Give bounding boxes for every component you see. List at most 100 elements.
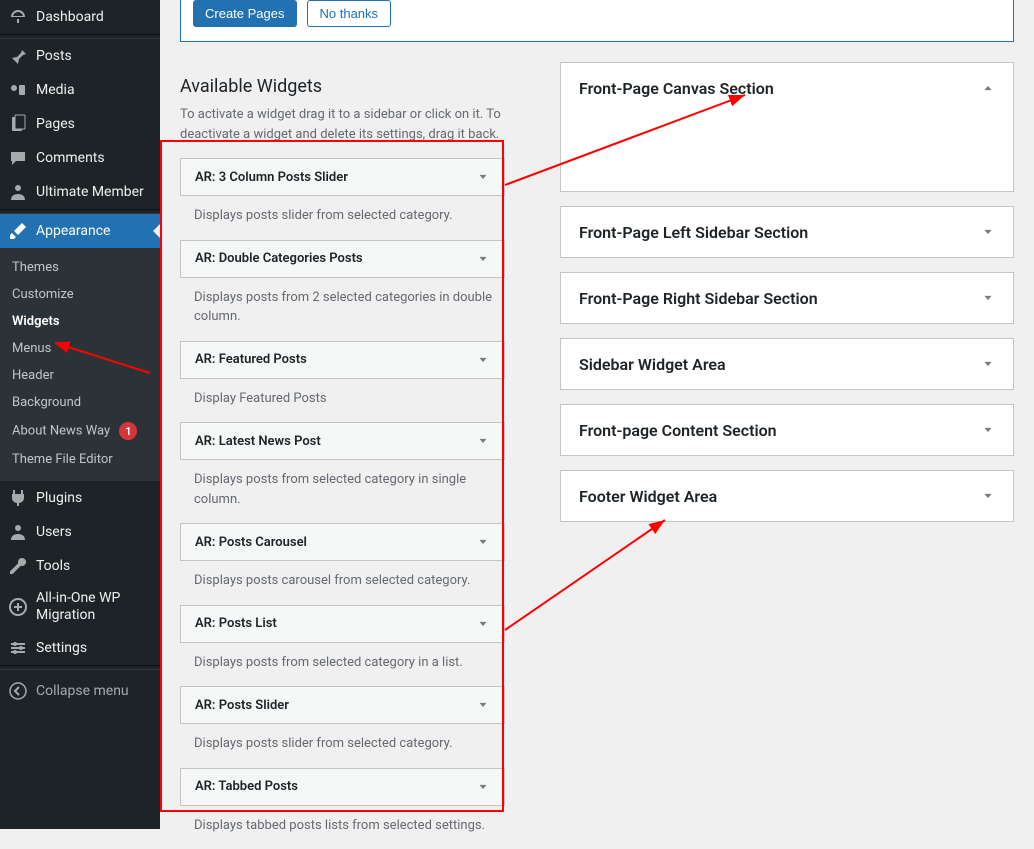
submenu-label: Widgets: [12, 314, 60, 329]
submenu-item-customize[interactable]: Customize: [0, 281, 160, 308]
widget-area-title: Front-Page Canvas Section: [579, 79, 774, 98]
submenu-label: About News Way: [12, 424, 110, 439]
chevron-down-icon: [981, 225, 995, 239]
widget-desc: Displays posts from selected category in…: [180, 643, 505, 687]
user-icon: [8, 522, 28, 542]
submenu-label: Customize: [12, 287, 74, 302]
widget-name: AR: Posts Slider: [195, 698, 289, 713]
widget-item[interactable]: AR: Posts List: [180, 605, 505, 643]
submenu-label: Theme File Editor: [12, 452, 113, 467]
appearance-submenu: Themes Customize Widgets Menus Header Ba…: [0, 248, 160, 481]
comments-icon: [8, 148, 28, 168]
widget-item[interactable]: AR: Tabbed Posts: [180, 768, 505, 806]
chevron-down-icon: [476, 698, 490, 712]
widget-item[interactable]: AR: 3 Column Posts Slider: [180, 158, 505, 196]
widget-area-title: Front-page Content Section: [579, 421, 777, 440]
widget-name: AR: Double Categories Posts: [195, 251, 363, 266]
create-pages-button[interactable]: Create Pages: [193, 0, 297, 27]
user-icon: [8, 182, 28, 202]
chevron-down-icon: [476, 252, 490, 266]
widget-item[interactable]: AR: Double Categories Posts: [180, 240, 505, 278]
plugin-icon: [8, 488, 28, 508]
submenu-item-widgets[interactable]: Widgets: [0, 308, 160, 335]
sidebar-item-label: Comments: [36, 150, 105, 166]
submenu-label: Themes: [12, 260, 59, 275]
widget-name: AR: Tabbed Posts: [195, 779, 298, 794]
sidebar-item-users[interactable]: Users: [0, 515, 160, 549]
submenu-label: Header: [12, 368, 54, 383]
submenu-item-header[interactable]: Header: [0, 362, 160, 389]
widget-item[interactable]: AR: Posts Carousel: [180, 523, 505, 561]
sidebar-item-label: Dashboard: [36, 9, 104, 25]
widget-name: AR: 3 Column Posts Slider: [195, 170, 348, 185]
widget-area: Front-Page Left Sidebar Section: [560, 206, 1014, 258]
sidebar-item-label: All-in-One WP Migration: [36, 590, 152, 624]
sidebar-item-tools[interactable]: Tools: [0, 549, 160, 583]
widget-item[interactable]: AR: Latest News Post: [180, 422, 505, 460]
chevron-down-icon: [476, 780, 490, 794]
submenu-label: Background: [12, 395, 81, 410]
chevron-down-icon: [981, 357, 995, 371]
widget-area-header[interactable]: Front-Page Left Sidebar Section: [561, 207, 1013, 257]
submenu-item-themes[interactable]: Themes: [0, 254, 160, 281]
settings-icon: [8, 638, 28, 658]
widget-area-title: Sidebar Widget Area: [579, 355, 726, 374]
chevron-down-icon: [476, 434, 490, 448]
sidebar-item-plugins[interactable]: Plugins: [0, 481, 160, 515]
sidebar-item-pages[interactable]: Pages: [0, 107, 160, 141]
widget-desc: Displays posts from 2 selected categorie…: [180, 278, 505, 341]
widget-areas-column: Front-Page Canvas Section Front-Page Left…: [560, 62, 1014, 849]
dashboard-icon: [8, 7, 28, 27]
migration-icon: [8, 597, 28, 617]
sidebar-item-label: Pages: [36, 116, 75, 132]
media-icon: [8, 80, 28, 100]
widget-name: AR: Posts List: [195, 616, 277, 631]
submenu-item-about-news-way[interactable]: About News Way 1: [0, 416, 160, 446]
widgets-list: AR: 3 Column Posts Slider Displays posts …: [180, 158, 505, 849]
sidebar-item-posts[interactable]: Posts: [0, 39, 160, 73]
sidebar-item-label: Ultimate Member: [36, 184, 144, 200]
widget-name: AR: Latest News Post: [195, 434, 321, 449]
submenu-item-theme-file-editor[interactable]: Theme File Editor: [0, 446, 160, 473]
chevron-down-icon: [476, 535, 490, 549]
notice-banner: Create Pages No thanks: [180, 0, 1014, 42]
widget-item[interactable]: AR: Featured Posts: [180, 341, 505, 379]
sidebar-item-comments[interactable]: Comments: [0, 141, 160, 175]
submenu-item-background[interactable]: Background: [0, 389, 160, 416]
sidebar-item-label: Appearance: [36, 223, 110, 239]
sidebar-item-media[interactable]: Media: [0, 73, 160, 107]
widget-area-title: Footer Widget Area: [579, 487, 717, 506]
widget-area: Sidebar Widget Area: [560, 338, 1014, 390]
sidebar-collapse-menu[interactable]: Collapse menu: [0, 674, 160, 708]
brush-icon: [8, 221, 28, 241]
sidebar-item-ultimate-member[interactable]: Ultimate Member: [0, 175, 160, 209]
widget-area-header[interactable]: Front-page Content Section: [561, 405, 1013, 455]
chevron-down-icon: [476, 617, 490, 631]
sidebar-item-appearance[interactable]: Appearance: [0, 214, 160, 248]
widget-name: AR: Posts Carousel: [195, 535, 307, 550]
widget-desc: Displays posts from selected category in…: [180, 460, 505, 523]
chevron-down-icon: [476, 353, 490, 367]
sidebar-item-label: Media: [36, 82, 75, 98]
dismiss-button[interactable]: No thanks: [307, 0, 392, 27]
sidebar-item-settings[interactable]: Settings: [0, 631, 160, 665]
widget-area: Footer Widget Area: [560, 470, 1014, 522]
sidebar-item-dashboard[interactable]: Dashboard: [0, 0, 160, 34]
collapse-icon: [8, 681, 28, 701]
sidebar-item-label: Tools: [36, 558, 70, 574]
available-widgets-desc: To activate a widget drag it to a sideba…: [180, 105, 525, 144]
admin-sidebar: Dashboard Posts Media Pages Comments Ult…: [0, 0, 160, 829]
widget-area-header[interactable]: Front-Page Right Sidebar Section: [561, 273, 1013, 323]
sidebar-item-label: Collapse menu: [36, 683, 129, 699]
chevron-down-icon: [981, 291, 995, 305]
widget-item[interactable]: AR: Posts Slider: [180, 686, 505, 724]
widget-area-title: Front-Page Left Sidebar Section: [579, 223, 808, 242]
sidebar-item-label: Plugins: [36, 490, 82, 506]
widget-area: Front-Page Canvas Section: [560, 62, 1014, 192]
sidebar-item-aio-wp-migration[interactable]: All-in-One WP Migration: [0, 583, 160, 631]
sidebar-item-label: Users: [36, 524, 72, 540]
widget-area-header[interactable]: Sidebar Widget Area: [561, 339, 1013, 389]
submenu-item-menus[interactable]: Menus: [0, 335, 160, 362]
widget-area-header[interactable]: Footer Widget Area: [561, 471, 1013, 521]
widget-area-header[interactable]: Front-Page Canvas Section: [561, 63, 1013, 113]
